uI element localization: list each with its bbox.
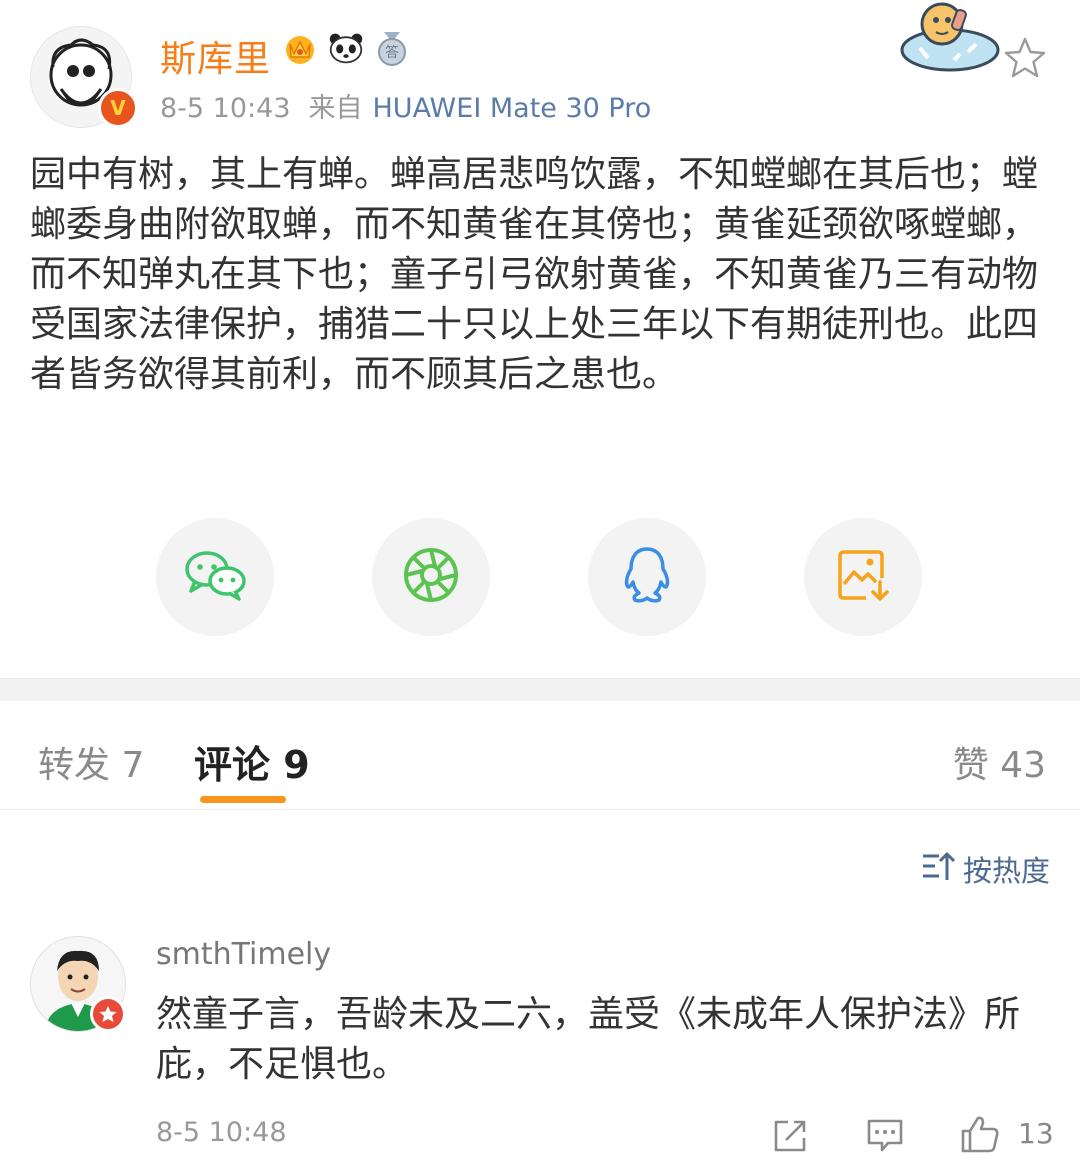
save-image-button[interactable] xyxy=(804,518,922,636)
moments-icon xyxy=(402,546,460,608)
post-meta: 8-5 10:43 来自 HUAWEI Mate 30 Pro xyxy=(160,86,651,125)
comment-text: 然童子言，吾龄未及二六，盖受《未成年人保护法》所庇，不足惧也。 xyxy=(156,994,1021,1085)
medal-icon[interactable]: 答 xyxy=(374,30,410,66)
comment-time: 8-5 10:48 xyxy=(156,1117,287,1148)
qq-icon xyxy=(621,545,673,609)
source-prefix: 来自 xyxy=(308,93,363,124)
verified-badge: V xyxy=(98,88,138,128)
decoration-sticker[interactable] xyxy=(898,0,1002,74)
active-tab-indicator xyxy=(200,796,286,803)
crown-icon[interactable] xyxy=(282,30,318,66)
post-time: 8-5 10:43 xyxy=(160,93,291,124)
tab-repost[interactable]: 转发 7 xyxy=(38,736,144,788)
comment-like-icon[interactable] xyxy=(960,1114,1000,1154)
sort-label: 按热度 xyxy=(962,854,1050,888)
share-moments-button[interactable] xyxy=(372,518,490,636)
user-badges: 答 xyxy=(282,30,410,66)
member-badge-icon xyxy=(90,996,126,1032)
favorite-star-icon[interactable] xyxy=(1002,36,1048,80)
tab-likes[interactable]: 赞 43 xyxy=(953,736,1046,788)
section-divider xyxy=(0,678,1080,701)
medal-label: 答 xyxy=(385,44,399,61)
sort-icon xyxy=(921,850,957,889)
author-name[interactable]: 斯库里 xyxy=(160,30,271,82)
sort-by-hot-button[interactable]: 按热度 xyxy=(921,848,1050,890)
panda-icon[interactable] xyxy=(328,30,364,66)
post-source[interactable]: HUAWEI Mate 30 Pro xyxy=(373,93,652,124)
comment-reply-icon[interactable] xyxy=(866,1118,904,1154)
comment-username[interactable]: smthTimely xyxy=(156,937,331,972)
comment-share-icon[interactable] xyxy=(772,1118,808,1154)
save-image-icon xyxy=(836,548,890,606)
share-wechat-button[interactable] xyxy=(156,518,274,636)
comment-like-count: 13 xyxy=(1018,1117,1054,1150)
share-qq-button[interactable] xyxy=(588,518,706,636)
tab-comments[interactable]: 评论 9 xyxy=(194,734,310,789)
tab-divider xyxy=(0,809,1080,810)
post-text: 园中有树，其上有蝉。蝉高居悲鸣饮露，不知螳螂在其后也；螳螂委身曲附欲取蝉，而不知… xyxy=(30,154,1039,395)
wechat-icon xyxy=(183,549,247,605)
